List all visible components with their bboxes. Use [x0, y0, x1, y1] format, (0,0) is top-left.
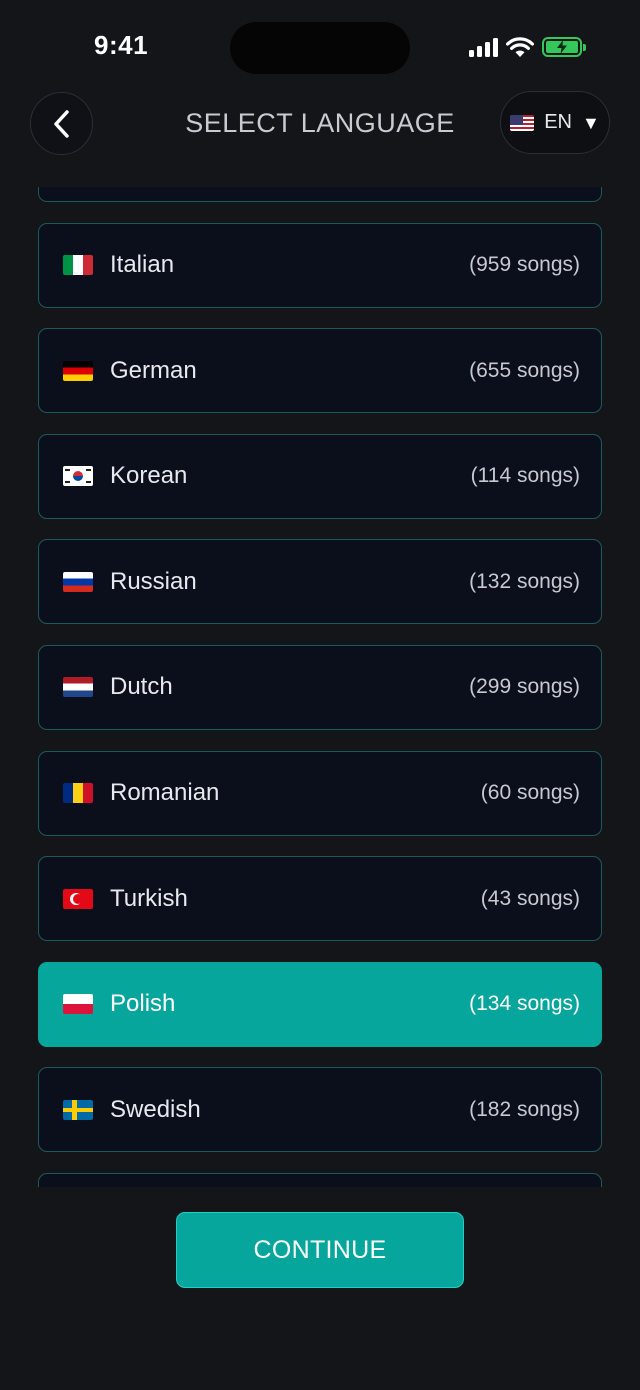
language-option-turkish[interactable]: Turkish (43 songs): [38, 856, 602, 942]
language-name: Polish: [110, 990, 176, 1018]
it-flag-icon: [63, 255, 93, 276]
status-time: 9:41: [94, 30, 149, 60]
language-list-track: Italian (959 songs) German (655 songs) Korea…: [0, 187, 640, 1187]
language-name: Russian: [110, 567, 197, 595]
us-flag-icon: [510, 114, 535, 131]
header: SELECT LANGUAGE EN ▼: [0, 90, 640, 160]
continue-button[interactable]: CONTINUE: [176, 1212, 464, 1288]
app-language-selector[interactable]: EN ▼: [500, 91, 610, 154]
language-option-romanian[interactable]: Romanian (60 songs): [38, 750, 602, 836]
select-language-screen: 9:41 SELECT LANGUAGE EN ▼ Italian (959 s…: [0, 0, 640, 1390]
song-count: (655 songs): [469, 358, 580, 382]
song-count: (114 songs): [470, 464, 580, 488]
chevron-down-icon: ▼: [581, 112, 600, 133]
song-count: (299 songs): [469, 675, 580, 699]
cellular-signal-icon: [469, 37, 498, 57]
se-flag-icon: [63, 1099, 93, 1120]
battery-charging-icon: [542, 37, 586, 57]
language-name: Turkish: [110, 884, 188, 912]
language-option-polish[interactable]: Polish (134 songs): [38, 961, 602, 1047]
language-option-partial-10[interactable]: [38, 1172, 602, 1187]
language-option-russian[interactable]: Russian (132 songs): [38, 539, 602, 625]
song-count: (959 songs): [469, 253, 580, 277]
de-flag-icon: [63, 360, 93, 381]
language-option-partial-0[interactable]: [38, 187, 602, 202]
ro-flag-icon: [63, 783, 93, 804]
language-option-korean[interactable]: Korean (114 songs): [38, 433, 602, 519]
dynamic-island: [230, 22, 410, 74]
wifi-icon: [506, 37, 534, 57]
language-name: Romanian: [110, 779, 220, 807]
language-option-swedish[interactable]: Swedish (182 songs): [38, 1067, 602, 1153]
app-language-code: EN: [544, 111, 572, 133]
language-option-german[interactable]: German (655 songs): [38, 328, 602, 414]
language-name: German: [110, 356, 197, 384]
pl-flag-icon: [63, 994, 93, 1015]
song-count: (182 songs): [469, 1097, 580, 1121]
song-count: (132 songs): [469, 569, 580, 593]
language-list[interactable]: Italian (959 songs) German (655 songs) Korea…: [0, 187, 640, 1187]
kr-flag-icon: [63, 466, 93, 487]
language-name: Italian: [110, 251, 175, 279]
song-count: (134 songs): [469, 992, 580, 1016]
language-name: Dutch: [110, 673, 173, 701]
song-count: (43 songs): [480, 886, 580, 910]
language-option-italian[interactable]: Italian (959 songs): [38, 222, 602, 308]
nl-flag-icon: [63, 677, 93, 698]
language-name: Korean: [110, 462, 188, 490]
tr-flag-icon: [63, 888, 93, 909]
ru-flag-icon: [63, 571, 93, 592]
song-count: (60 songs): [480, 781, 580, 805]
status-bar: 9:41: [0, 0, 640, 90]
status-icons: [469, 34, 586, 60]
language-name: Swedish: [110, 1095, 201, 1123]
language-option-dutch[interactable]: Dutch (299 songs): [38, 644, 602, 730]
